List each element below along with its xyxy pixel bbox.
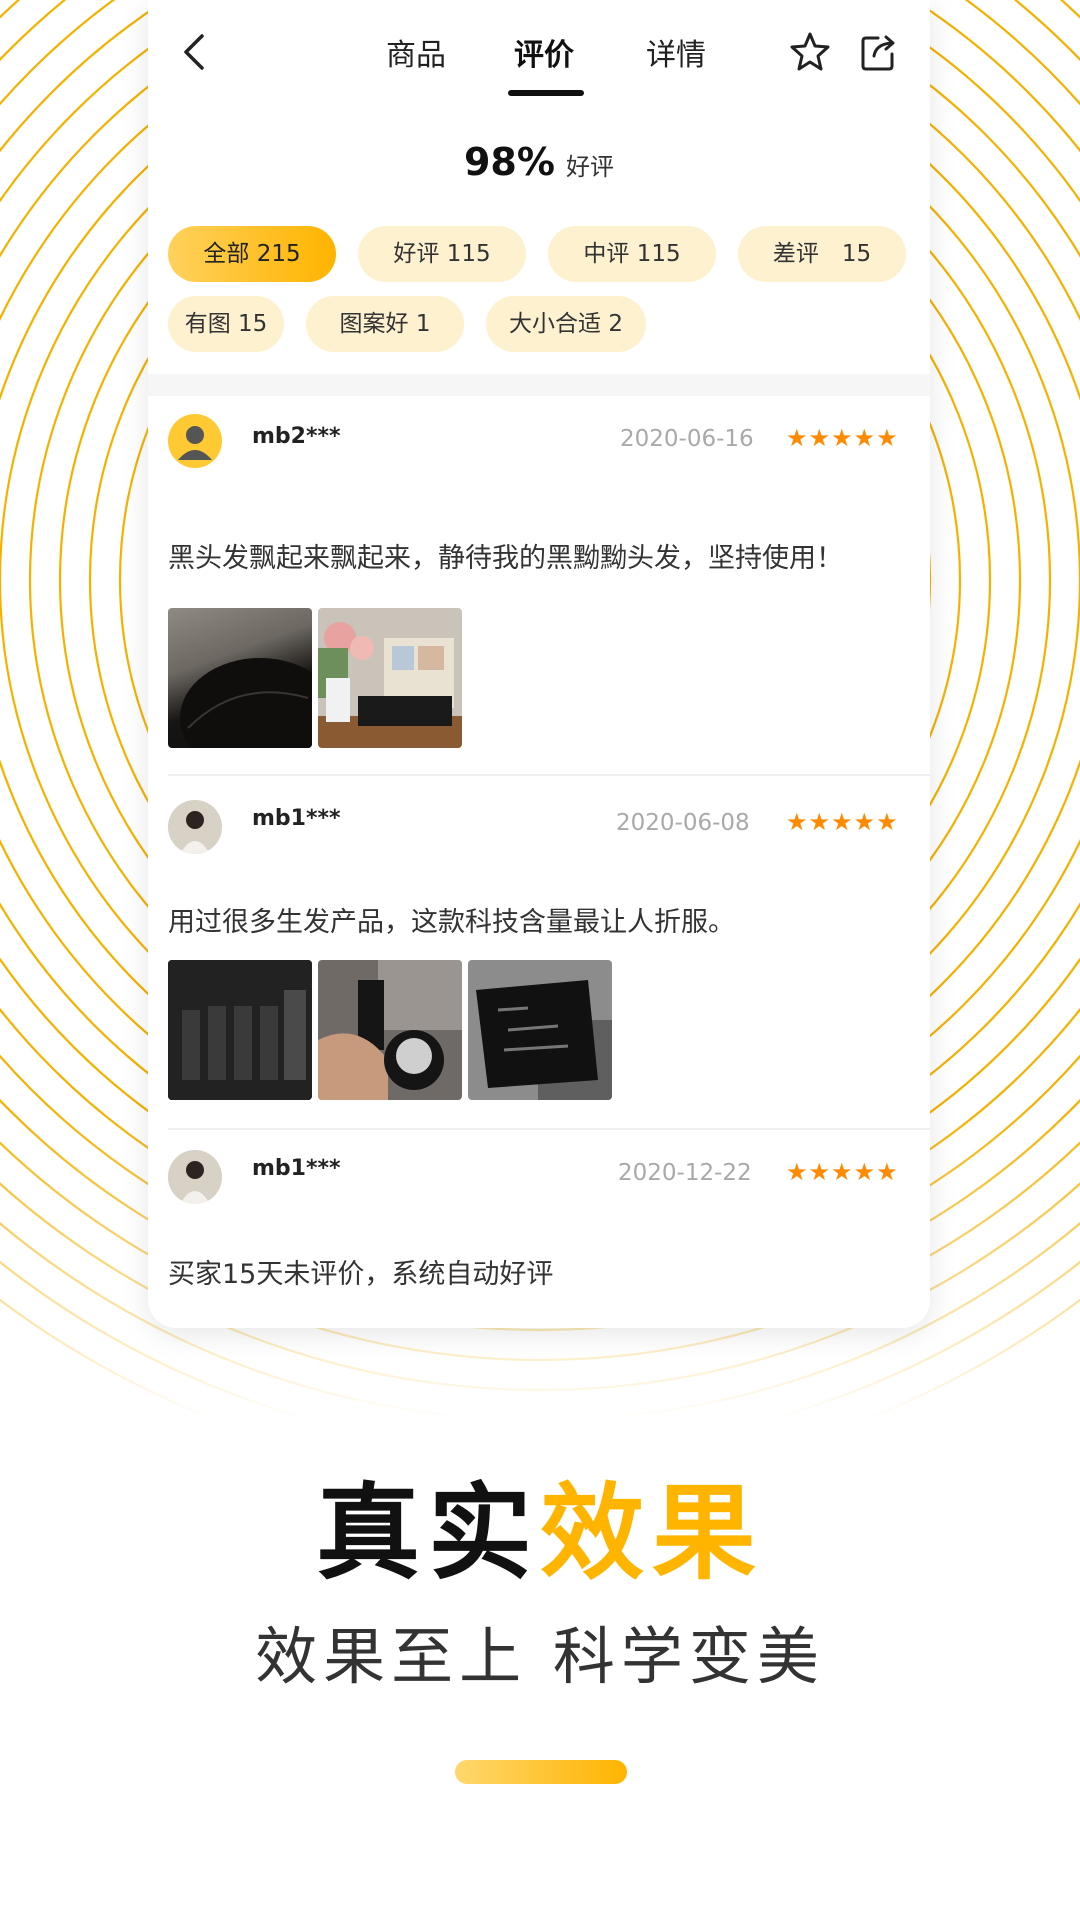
tab-products[interactable]: 商品 — [386, 30, 446, 74]
review-item: mb1*** 2020-06-08 ★★★★★ 用过很多生发产品，这款科技含量最… — [148, 780, 930, 1130]
review-photo[interactable] — [168, 960, 312, 1100]
star-outline-icon[interactable] — [788, 30, 832, 74]
active-tab-indicator — [508, 90, 584, 96]
review-text: 黑头发飘起来飘起来，静待我的黑黝黝头发，坚持使用！ — [168, 543, 843, 574]
headline: 真实效果 — [0, 1448, 1080, 1599]
tab-reviews[interactable]: 评价 — [514, 30, 574, 74]
headline-black: 真实 — [315, 1472, 540, 1594]
filter-chip-positive[interactable]: 好评 115 — [358, 226, 526, 282]
review-photo[interactable] — [318, 960, 462, 1100]
review-text: 买家15天未评价，系统自动好评 — [168, 1259, 554, 1290]
good-rate: 98% 好评 — [148, 140, 930, 184]
review-item: mb2*** 2020-06-16 ★★★★★ 黑头发飘起来飘起来，静待我的黑黝… — [148, 396, 930, 776]
review-stars: ★★★★★ — [786, 808, 899, 836]
review-card: 商品 评价 详情 98% 好评 全部 215 好评 115 中评 115 差评 … — [148, 0, 930, 1328]
review-stars: ★★★★★ — [786, 424, 899, 452]
avatar[interactable] — [168, 414, 222, 468]
filter-chip-size-fits[interactable]: 大小合适 2 — [486, 296, 646, 352]
review-photo[interactable] — [468, 960, 612, 1100]
top-nav: 商品 评价 详情 — [148, 0, 930, 100]
review-separator — [168, 1128, 930, 1130]
filter-chip-neutral[interactable]: 中评 115 — [548, 226, 716, 282]
review-username: mb1*** — [252, 1156, 341, 1181]
review-text: 用过很多生发产品，这款科技含量最让人折服。 — [168, 907, 735, 938]
review-photo[interactable] — [168, 608, 312, 748]
filter-chip-all[interactable]: 全部 215 — [168, 226, 336, 282]
review-username: mb2*** — [252, 424, 341, 449]
filter-chip-with-images[interactable]: 有图 15 — [168, 296, 284, 352]
avatar[interactable] — [168, 800, 222, 854]
section-divider — [148, 374, 930, 396]
review-separator — [168, 774, 930, 776]
review-date: 2020-12-22 — [618, 1160, 752, 1186]
user-photo-icon — [168, 800, 222, 854]
filter-chip-negative[interactable]: 差评 15 — [738, 226, 906, 282]
page-indicator — [455, 1760, 627, 1784]
share-icon[interactable] — [858, 30, 898, 74]
subtitle: 效果至上 科学变美 — [255, 1620, 825, 1693]
good-rate-label: 好评 — [566, 153, 615, 181]
filter-chip-nice-pattern[interactable]: 图案好 1 — [306, 296, 464, 352]
tab-details[interactable]: 详情 — [646, 30, 706, 74]
good-rate-percent: 98% — [463, 140, 555, 184]
review-username: mb1*** — [252, 806, 341, 831]
chevron-left-icon[interactable] — [176, 30, 216, 74]
review-stars: ★★★★★ — [786, 1158, 899, 1186]
review-photo[interactable] — [318, 608, 462, 748]
user-photo-icon — [168, 1150, 222, 1204]
headline-gold: 效果 — [540, 1472, 765, 1594]
user-icon — [178, 426, 212, 460]
avatar[interactable] — [168, 1150, 222, 1204]
review-item: mb1*** 2020-12-22 ★★★★★ 买家15天未评价，系统自动好评 — [148, 1132, 930, 1328]
review-date: 2020-06-16 — [620, 426, 754, 452]
review-date: 2020-06-08 — [616, 810, 750, 836]
